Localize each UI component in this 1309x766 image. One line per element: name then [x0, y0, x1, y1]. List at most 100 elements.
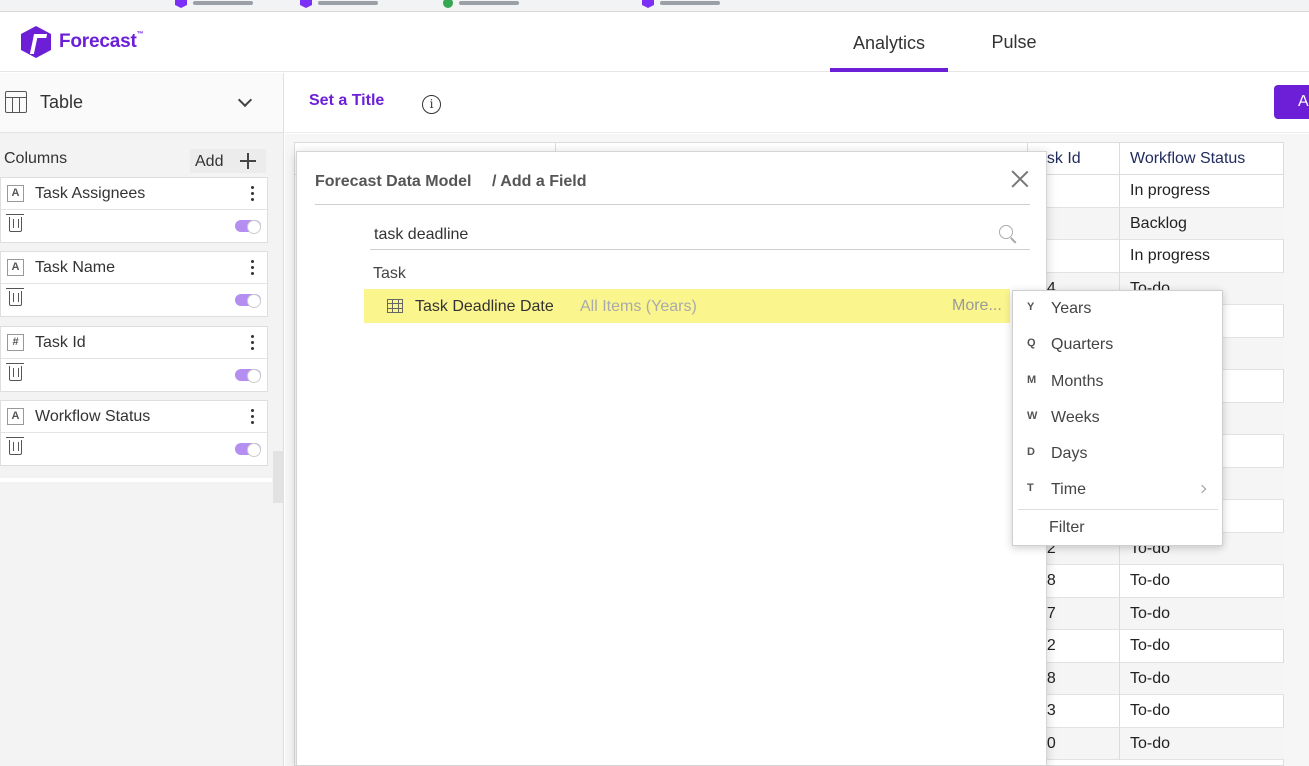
- sidebar: Table Columns Add A Task Assignees A Tas…: [0, 73, 284, 766]
- menu-label: Quarters: [1051, 336, 1114, 353]
- table-header-workflow-status[interactable]: Workflow Status: [1119, 142, 1284, 175]
- search-icon[interactable]: [999, 225, 1013, 239]
- menu-key: T: [1027, 482, 1034, 494]
- bookmark-item[interactable]: [443, 0, 519, 8]
- column-name: Task Id: [35, 334, 86, 351]
- menu-key: Q: [1027, 337, 1036, 349]
- table-cell-workflow-status: To-do: [1119, 565, 1284, 598]
- menu-key: W: [1027, 410, 1038, 422]
- menu-label: Filter: [1049, 519, 1085, 536]
- table-cell-workflow-status: To-do: [1119, 662, 1284, 695]
- more-options-icon[interactable]: [247, 258, 259, 278]
- column-card-header[interactable]: A Task Assignees: [1, 178, 267, 210]
- app-header: Forecast™ Analytics Pulse: [0, 12, 1309, 72]
- forecast-logo[interactable]: Forecast™: [21, 26, 144, 58]
- chevron-down-icon[interactable]: [237, 92, 253, 108]
- dialog-divider: [315, 204, 1030, 205]
- column-card-task-name: A Task Name: [0, 251, 268, 317]
- field-aggregation: All Items (Years): [580, 298, 697, 315]
- add-column-label[interactable]: Add: [195, 153, 223, 171]
- field-search-input[interactable]: [370, 220, 1030, 250]
- menu-label: Days: [1051, 445, 1088, 462]
- menu-item-years[interactable]: Y Years: [1013, 291, 1222, 327]
- column-card-header[interactable]: # Task Id: [1, 327, 267, 359]
- tab-analytics[interactable]: Analytics: [830, 12, 948, 72]
- visibility-toggle[interactable]: [235, 294, 261, 308]
- forecast-bookmark-icon: [300, 0, 312, 8]
- table-cell-workflow-status: In progress: [1119, 175, 1284, 208]
- menu-item-filter[interactable]: Filter: [1013, 510, 1222, 546]
- breadcrumb-add-field: / Add a Field: [492, 173, 587, 190]
- forecast-bookmark-icon: [175, 0, 187, 8]
- table-icon: [5, 91, 27, 113]
- bookmark-item[interactable]: [300, 0, 378, 8]
- trash-icon[interactable]: [6, 288, 24, 306]
- calendar-icon: [387, 299, 403, 313]
- more-options-icon[interactable]: [247, 333, 259, 353]
- table-cell-workflow-status: Backlog: [1119, 207, 1284, 240]
- green-dot-icon: [443, 0, 453, 8]
- bookmarks-bar: [0, 0, 1309, 12]
- more-options-icon[interactable]: [247, 184, 259, 204]
- table-cell-workflow-status: In progress: [1119, 240, 1284, 273]
- field-group-label: Task: [373, 265, 406, 282]
- view-type-label: Table: [40, 92, 84, 112]
- set-title-link[interactable]: Set a Title: [309, 92, 384, 110]
- trash-icon[interactable]: [6, 437, 24, 455]
- menu-item-days[interactable]: D Days: [1013, 436, 1222, 472]
- breadcrumb-data-model[interactable]: Forecast Data Model: [315, 173, 471, 191]
- table-cell-workflow-status: To-do: [1119, 727, 1284, 760]
- visibility-toggle[interactable]: [235, 443, 261, 457]
- text-type-icon: A: [7, 408, 24, 425]
- menu-label: Time: [1051, 481, 1086, 498]
- visibility-toggle[interactable]: [235, 220, 261, 234]
- forecast-logo-icon: [21, 26, 51, 58]
- menu-key: Y: [1027, 301, 1035, 313]
- table-cell-workflow-status: To-do: [1119, 695, 1284, 728]
- menu-item-months[interactable]: M Months: [1013, 364, 1222, 400]
- menu-item-time[interactable]: T Time: [1013, 472, 1222, 508]
- column-card-task-id: # Task Id: [0, 326, 268, 392]
- column-card-task-assignees: A Task Assignees: [0, 177, 268, 243]
- forecast-bookmark-icon: [642, 0, 654, 8]
- column-name: Task Name: [35, 259, 116, 276]
- column-name: Workflow Status: [35, 408, 151, 425]
- sidebar-collapse-handle[interactable]: [273, 451, 283, 503]
- chevron-right-icon: [1197, 484, 1207, 494]
- visibility-toggle[interactable]: [235, 369, 261, 383]
- number-type-icon: #: [7, 334, 24, 351]
- field-result-row[interactable]: Task Deadline Date All Items (Years) Mor…: [364, 289, 1010, 323]
- field-name: Task Deadline Date: [415, 298, 554, 315]
- menu-key: D: [1027, 446, 1035, 458]
- bookmark-item[interactable]: [642, 0, 720, 8]
- column-card-header[interactable]: A Workflow Status: [1, 401, 267, 433]
- trash-icon[interactable]: [6, 363, 24, 381]
- table-cell-workflow-status: To-do: [1119, 597, 1284, 630]
- add-field-dialog: Forecast Data Model / Add a Field Task T…: [296, 151, 1047, 766]
- menu-item-quarters[interactable]: Q Quarters: [1013, 327, 1222, 363]
- sidebar-divider: [0, 478, 272, 482]
- text-type-icon: A: [7, 185, 24, 202]
- menu-label: Months: [1051, 373, 1104, 390]
- tab-pulse[interactable]: Pulse: [968, 12, 1060, 72]
- text-type-icon: A: [7, 259, 24, 276]
- column-card-header[interactable]: A Task Name: [1, 252, 267, 284]
- menu-label: Years: [1051, 300, 1092, 317]
- view-type-selector[interactable]: Table: [0, 73, 283, 133]
- columns-label: Columns: [4, 150, 68, 167]
- column-name: Task Assignees: [35, 185, 146, 202]
- primary-action-button[interactable]: A: [1274, 85, 1309, 119]
- more-options-link[interactable]: More...: [952, 297, 1002, 315]
- bookmark-item[interactable]: [175, 0, 253, 8]
- trash-icon[interactable]: [6, 214, 24, 232]
- logo-text: Forecast™: [59, 31, 144, 52]
- menu-key: M: [1027, 374, 1037, 386]
- info-icon[interactable]: i: [422, 95, 441, 114]
- menu-item-weeks[interactable]: W Weeks: [1013, 400, 1222, 436]
- more-options-icon[interactable]: [247, 407, 259, 427]
- date-granularity-menu: Y Years Q Quarters M Months W Weeks D Da…: [1012, 290, 1223, 546]
- table-cell-workflow-status: To-do: [1119, 630, 1284, 663]
- column-card-workflow-status: A Workflow Status: [0, 400, 268, 466]
- plus-icon[interactable]: [240, 153, 256, 169]
- close-icon[interactable]: [1011, 170, 1029, 188]
